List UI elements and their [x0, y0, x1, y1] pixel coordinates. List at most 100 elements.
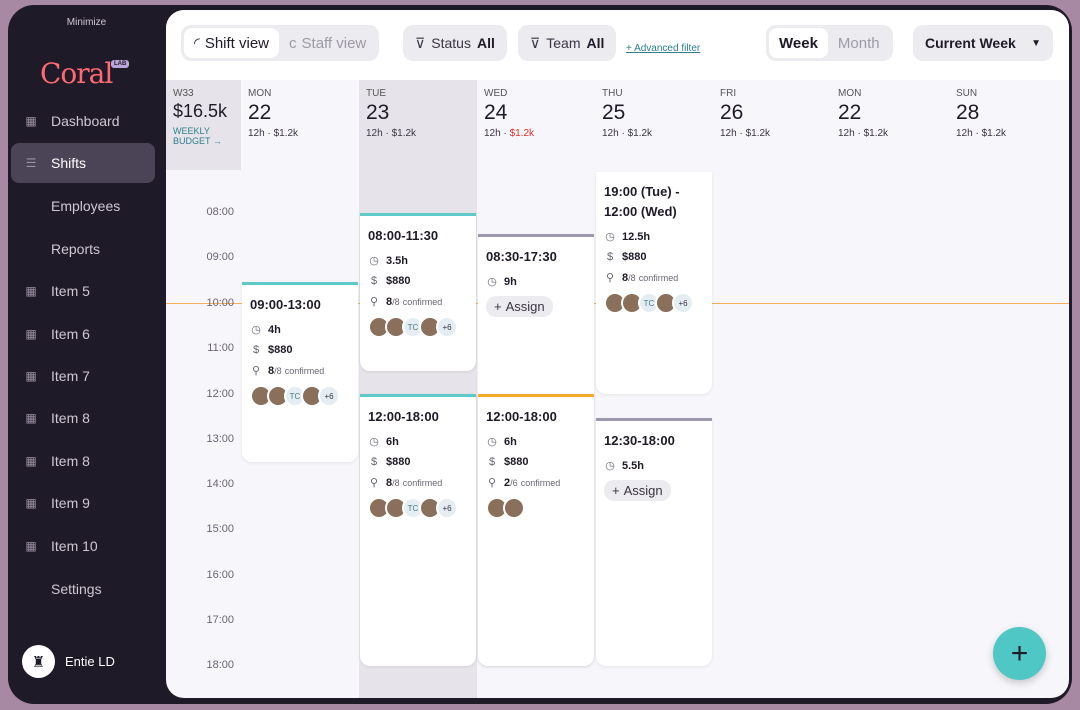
- shift-card[interactable]: 09:00-13:00 ◷ 4h $ $880 ⚲ 8/8 confirmed TC +…: [242, 282, 358, 462]
- week-summary: W33 $16.5k WEEKLY BUDGET →: [166, 80, 241, 170]
- plus-icon: +: [494, 299, 502, 314]
- clock-icon: ◷: [369, 436, 379, 448]
- person-icon: ⚲: [369, 477, 379, 489]
- day-header[interactable]: TUE 23 12h · $1.2k: [359, 80, 477, 170]
- assignee-avatars[interactable]: TC +6: [368, 316, 468, 338]
- sidebar-item-item6[interactable]: ▦ Item 6: [11, 314, 155, 354]
- month-button[interactable]: Month: [828, 28, 890, 58]
- clock-icon: ◷: [369, 255, 379, 267]
- hour-label: 18:00: [206, 659, 234, 671]
- hour-label: 09:00: [206, 251, 234, 263]
- shift-view-icon: ◜: [194, 35, 200, 52]
- person-icon: ⚲: [251, 365, 261, 377]
- sidebar-item-item5[interactable]: ▦ Item 5: [11, 271, 155, 311]
- avatar: [503, 497, 525, 519]
- schedule-grid: W33 $16.5k WEEKLY BUDGET → MON 22 12h · $1…: [166, 80, 1069, 698]
- shift-card[interactable]: 08:00-11:30 ◷ 3.5h $ $880 ⚲ 8/8 confirmed T…: [360, 213, 476, 371]
- assignee-avatars[interactable]: [486, 497, 586, 519]
- sidebar: Minimize Coral LAB ▦ Dashboard ☰ Shifts Em…: [8, 5, 165, 704]
- logo: Coral: [40, 57, 113, 90]
- filter-icon: ⊽: [415, 34, 426, 51]
- sidebar-item-label: Item 9: [51, 495, 90, 511]
- shifts-icon: ☰: [25, 156, 37, 170]
- day-header[interactable]: MON 22 12h · $1.2k: [241, 80, 359, 170]
- sidebar-item-label: Item 8: [51, 453, 90, 469]
- user-profile[interactable]: ♜ Entie LD: [22, 645, 115, 678]
- person-icon: ⚲: [605, 272, 615, 284]
- sidebar-item-reports[interactable]: Reports: [11, 229, 155, 269]
- hour-label: 14:00: [206, 478, 234, 490]
- avatar: ♜: [22, 645, 55, 678]
- clock-icon: ◷: [605, 460, 615, 472]
- status-filter[interactable]: ⊽ Status All: [403, 25, 507, 61]
- sidebar-item-item7[interactable]: ▦ Item 7: [11, 356, 155, 396]
- advanced-filter-link[interactable]: + Advanced filter: [626, 43, 700, 54]
- clock-icon: ◷: [487, 276, 497, 288]
- hour-label: 11:00: [207, 342, 234, 354]
- period-select[interactable]: Current Week ▼: [913, 25, 1053, 61]
- sidebar-item-label: Item 6: [51, 326, 90, 342]
- logo-tag: LAB: [111, 60, 130, 68]
- sidebar-item-item8[interactable]: ▦ Item 8: [11, 398, 155, 438]
- sidebar-item-employees[interactable]: Employees: [11, 186, 155, 226]
- shift-card[interactable]: 19:00 (Tue) - 12:00 (Wed) ◷ 12.5h $ $880 ⚲…: [596, 172, 712, 394]
- more-avatars: +6: [672, 292, 694, 314]
- clock-icon: ◷: [251, 324, 261, 336]
- sidebar-item-shifts[interactable]: ☰ Shifts: [11, 143, 155, 183]
- more-avatars: +6: [436, 316, 458, 338]
- day-header[interactable]: WED 24 12h · $1.2k: [477, 80, 595, 170]
- sidebar-item-label: Item 10: [51, 538, 98, 554]
- assign-button[interactable]: + Assign: [604, 480, 671, 501]
- shift-card[interactable]: 12:00-18:00 ◷ 6h $ $880 ⚲ 8/8 confirmed TC +…: [360, 394, 476, 666]
- toolbar: ◜ Shift view c Staff view ⊽ Status All ⊽ Team…: [166, 10, 1069, 80]
- person-icon: ⚲: [369, 296, 379, 308]
- team-filter[interactable]: ⊽ Team All: [518, 25, 617, 61]
- more-avatars: +6: [318, 385, 340, 407]
- sidebar-item-dashboard[interactable]: ▦ Dashboard: [11, 101, 155, 141]
- grid-icon: ▦: [25, 454, 37, 468]
- weekly-budget: $16.5k: [173, 101, 228, 121]
- plus-icon: +: [1010, 636, 1029, 670]
- view-switch: ◜ Shift view c Staff view: [181, 25, 380, 61]
- minimize-button[interactable]: Minimize: [8, 17, 165, 28]
- filter-icon: ⊽: [530, 34, 541, 51]
- grid-icon: ▦: [25, 369, 37, 383]
- dollar-icon: $: [488, 456, 496, 468]
- week-button[interactable]: Week: [769, 28, 828, 58]
- day-header[interactable]: THU 25 12h · $1.2k: [595, 80, 713, 170]
- sidebar-item-label: Item 8: [51, 410, 90, 426]
- hour-label: 10:00: [206, 297, 234, 309]
- grid-icon: ▦: [25, 539, 37, 553]
- assignee-avatars[interactable]: TC +6: [368, 497, 468, 519]
- assignee-avatars[interactable]: TC +6: [604, 292, 704, 314]
- shift-card[interactable]: 12:30-18:00 ◷ 5.5h + Assign: [596, 418, 712, 666]
- sidebar-item-label: Employees: [51, 198, 121, 214]
- sidebar-item-settings[interactable]: Settings: [11, 569, 155, 609]
- sidebar-item-label: Settings: [51, 581, 102, 597]
- hour-label: 17:00: [206, 614, 234, 626]
- user-name: Entie LD: [65, 654, 115, 669]
- shift-view-button[interactable]: ◜ Shift view: [184, 28, 280, 58]
- assignee-avatars[interactable]: TC +6: [250, 385, 350, 407]
- day-header[interactable]: FRI 26 12h · $1.2k: [713, 80, 831, 170]
- sidebar-item-item8b[interactable]: ▦ Item 8: [11, 441, 155, 481]
- staff-view-button[interactable]: c Staff view: [279, 28, 376, 58]
- grid-icon: ▦: [25, 284, 37, 298]
- assign-button[interactable]: + Assign: [486, 296, 553, 317]
- sidebar-item-item9[interactable]: ▦ Item 9: [11, 483, 155, 523]
- chevron-down-icon: ▼: [1031, 37, 1041, 49]
- grid-icon: ▦: [25, 114, 37, 128]
- grid-icon: ▦: [25, 327, 37, 341]
- hour-label: 15:00: [206, 523, 234, 535]
- staff-view-icon: c: [289, 34, 297, 52]
- hour-label: 13:00: [206, 433, 234, 445]
- weekly-budget-link[interactable]: WEEKLY BUDGET →: [173, 126, 233, 146]
- add-shift-button[interactable]: +: [993, 627, 1046, 680]
- hour-label: 16:00: [206, 569, 234, 581]
- sidebar-item-label: Reports: [51, 241, 101, 257]
- shift-card[interactable]: 12:00-18:00 ◷ 6h $ $880 ⚲ 2/6 confirmed: [478, 394, 594, 666]
- day-header[interactable]: MON 22 12h · $1.2k: [831, 80, 949, 170]
- range-switch: Week Month: [766, 25, 893, 61]
- sidebar-item-item10[interactable]: ▦ Item 10: [11, 526, 155, 566]
- day-header[interactable]: SUN 28 12h · $1.2k: [949, 80, 1067, 170]
